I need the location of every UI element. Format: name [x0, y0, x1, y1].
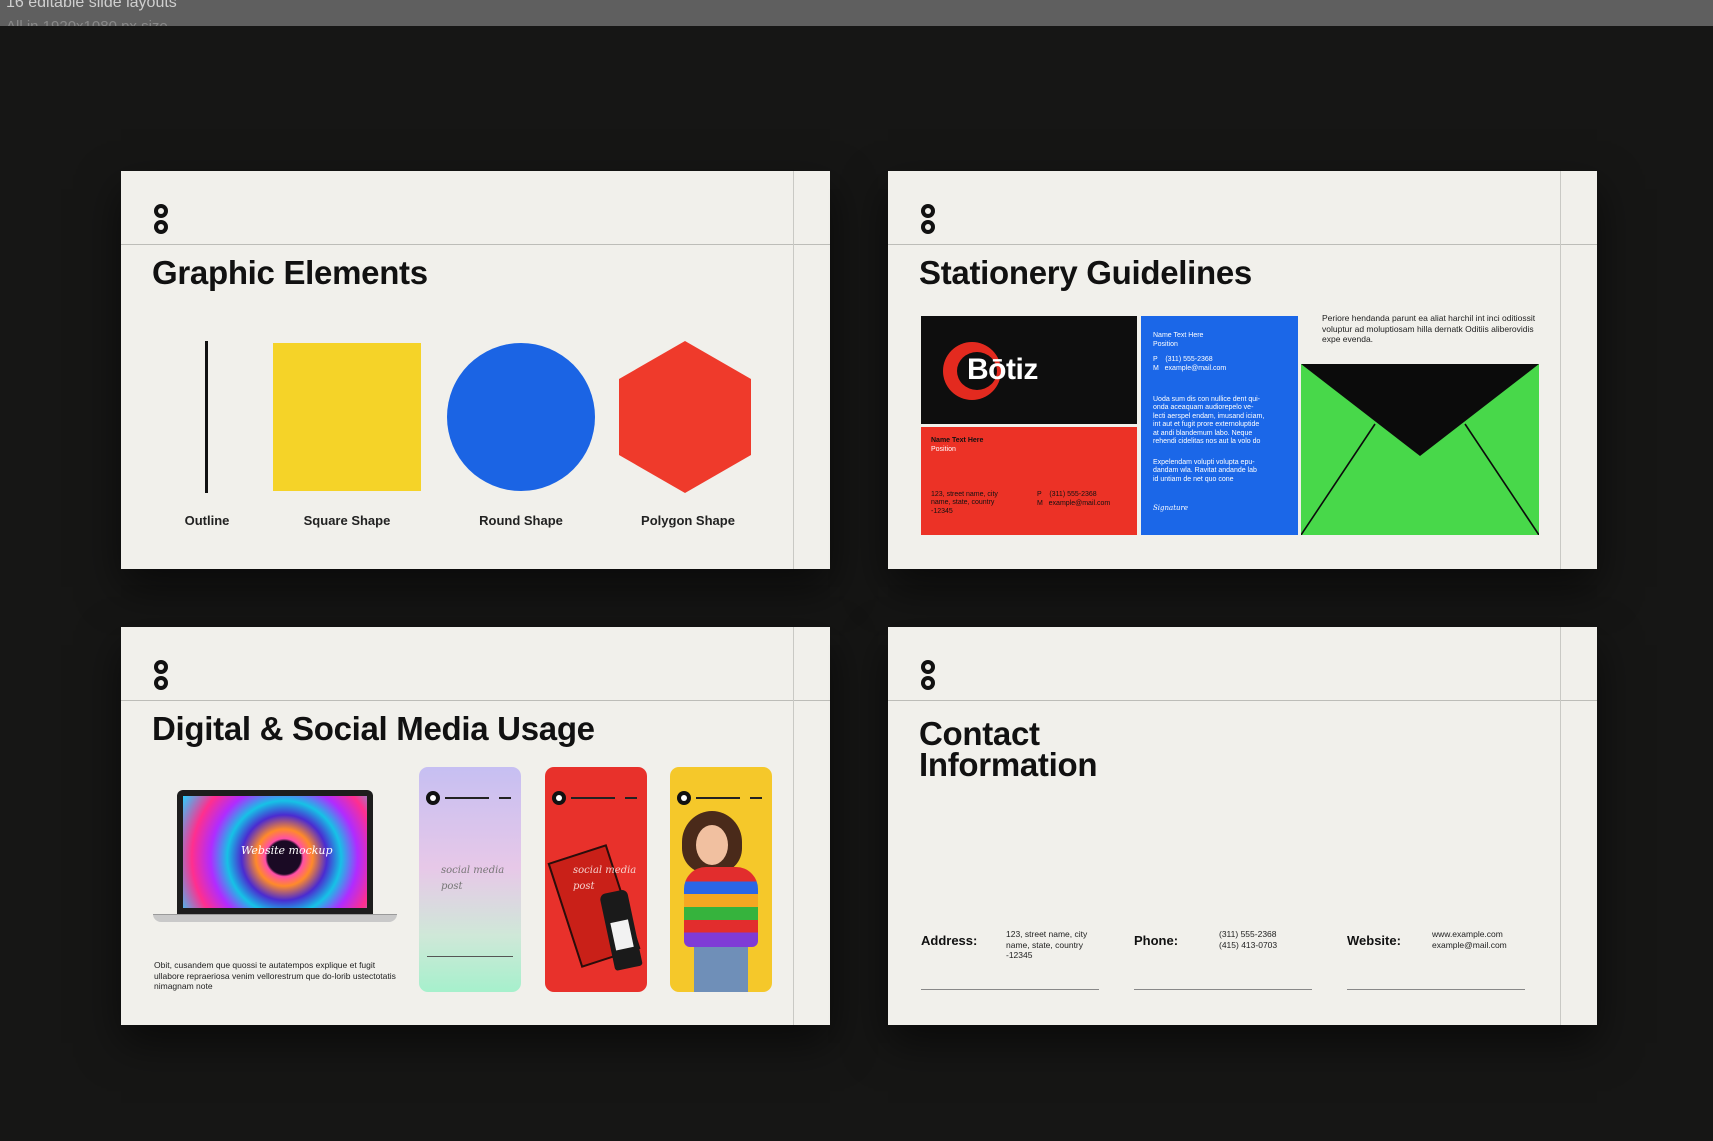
- phone-mockup: social media post: [419, 767, 521, 992]
- divider: [793, 627, 794, 1025]
- phone-mockup: social media post: [545, 767, 647, 992]
- letter-phone: P (311) 555-2368: [1153, 356, 1213, 363]
- address-label: Address:: [921, 933, 978, 948]
- header-caption: 16 editable slide layouts: [6, 0, 177, 11]
- divider: [888, 700, 1597, 701]
- phone-line: [696, 797, 740, 799]
- divider: [121, 700, 830, 701]
- letterhead: Name Text Here Position P (311) 555-2368…: [1141, 316, 1298, 535]
- card-name: Name Text Here: [931, 437, 984, 444]
- laptop-mockup: Website mockup: [177, 790, 373, 914]
- card-email: M example@mail.com: [1037, 500, 1111, 507]
- letter-signature: Signature: [1153, 504, 1189, 512]
- phone-line: [445, 797, 489, 799]
- phone-label: Phone:: [1134, 933, 1179, 948]
- title-line: Contact: [919, 715, 1040, 752]
- brand-logo-icon: [921, 204, 935, 234]
- digital-description: Obit, cusandem que quossi te autatempos …: [154, 960, 396, 992]
- envelope-icon: [1301, 364, 1539, 535]
- header-subcaption: All in 1920x1080 px size: [6, 18, 168, 26]
- phone-line: [625, 797, 637, 799]
- laptop-base: [153, 914, 397, 922]
- square-shape: [273, 343, 421, 491]
- letter-name: Name Text Here: [1153, 332, 1204, 339]
- website-mockup-image: Website mockup: [183, 796, 367, 908]
- address-underline: [921, 989, 1099, 990]
- phone-line: [499, 797, 511, 799]
- address-value: 123, street name, city name, state, coun…: [1006, 929, 1088, 961]
- brand-logo-icon: [921, 660, 935, 690]
- person-photo: [696, 825, 728, 865]
- polygon-shape: [619, 341, 751, 493]
- phone-line: [427, 956, 513, 957]
- slide-title: Digital & Social Media Usage: [152, 710, 595, 747]
- slide-stationery-guidelines[interactable]: Stationery Guidelines Bōtiz Name Text He…: [888, 171, 1597, 569]
- profile-icon: [552, 791, 566, 805]
- slide-graphic-elements[interactable]: Graphic Elements Outline Square Shape Ro…: [121, 171, 830, 569]
- title-line: Information: [919, 746, 1098, 784]
- letter-body-2: Expelendam volupti volupta epu- dandam w…: [1153, 459, 1257, 483]
- shape-label-round: Round Shape: [479, 513, 563, 528]
- website-underline: [1347, 989, 1525, 990]
- phone-value: (311) 555-2368 (415) 413-0703: [1219, 929, 1278, 950]
- phone-underline: [1134, 989, 1312, 990]
- phone-line: [750, 797, 762, 799]
- stationery-description: Periore hendanda parunt ea aliat harchil…: [1322, 313, 1536, 345]
- profile-icon: [677, 791, 691, 805]
- phone-script: social media post: [573, 865, 637, 892]
- shape-label-outline: Outline: [184, 513, 230, 528]
- brand-name: Bōtiz: [967, 353, 1038, 386]
- slide-contact-information[interactable]: Contact Information Address: 123, street…: [888, 627, 1597, 1025]
- business-card-back: Name Text Here Position 123, street name…: [921, 427, 1137, 535]
- letter-email: M example@mail.com: [1153, 365, 1227, 372]
- shape-label-square: Square Shape: [303, 513, 391, 528]
- brand-logo-icon: [154, 204, 168, 234]
- top-bar: 16 editable slide layouts All in 1920x10…: [0, 0, 1713, 26]
- phone-script: social media post: [441, 865, 505, 892]
- brand-logo-icon: [154, 660, 168, 690]
- website-label: Website:: [1347, 933, 1401, 948]
- person-photo: [694, 947, 748, 992]
- divider: [1560, 171, 1561, 569]
- laptop-script: Website mockup: [241, 844, 333, 857]
- card-phone: P (311) 555-2368: [1037, 491, 1097, 498]
- person-photo: [684, 867, 758, 947]
- divider: [888, 244, 1597, 245]
- letter-body: Uoda sum dis con nullice dent qui- onda …: [1153, 396, 1265, 445]
- profile-icon: [426, 791, 440, 805]
- phone-mockup: [670, 767, 772, 992]
- phone-line: [571, 797, 615, 799]
- slide-digital-social-media[interactable]: Digital & Social Media Usage Website moc…: [121, 627, 830, 1025]
- divider: [1560, 627, 1561, 1025]
- slide-title: Contact Information: [919, 715, 1098, 784]
- website-value: www.example.com example@mail.com: [1432, 929, 1507, 950]
- outline-sample: [205, 341, 208, 493]
- card-position: Position: [931, 446, 956, 453]
- card-address: 123, street name, city name, state, coun…: [931, 491, 998, 515]
- shape-label-polygon: Polygon Shape: [641, 513, 735, 528]
- letter-position: Position: [1153, 341, 1178, 348]
- divider: [121, 244, 830, 245]
- round-shape: [447, 343, 595, 491]
- slide-title: Graphic Elements: [152, 254, 428, 291]
- divider: [793, 171, 794, 569]
- slide-title: Stationery Guidelines: [919, 254, 1252, 291]
